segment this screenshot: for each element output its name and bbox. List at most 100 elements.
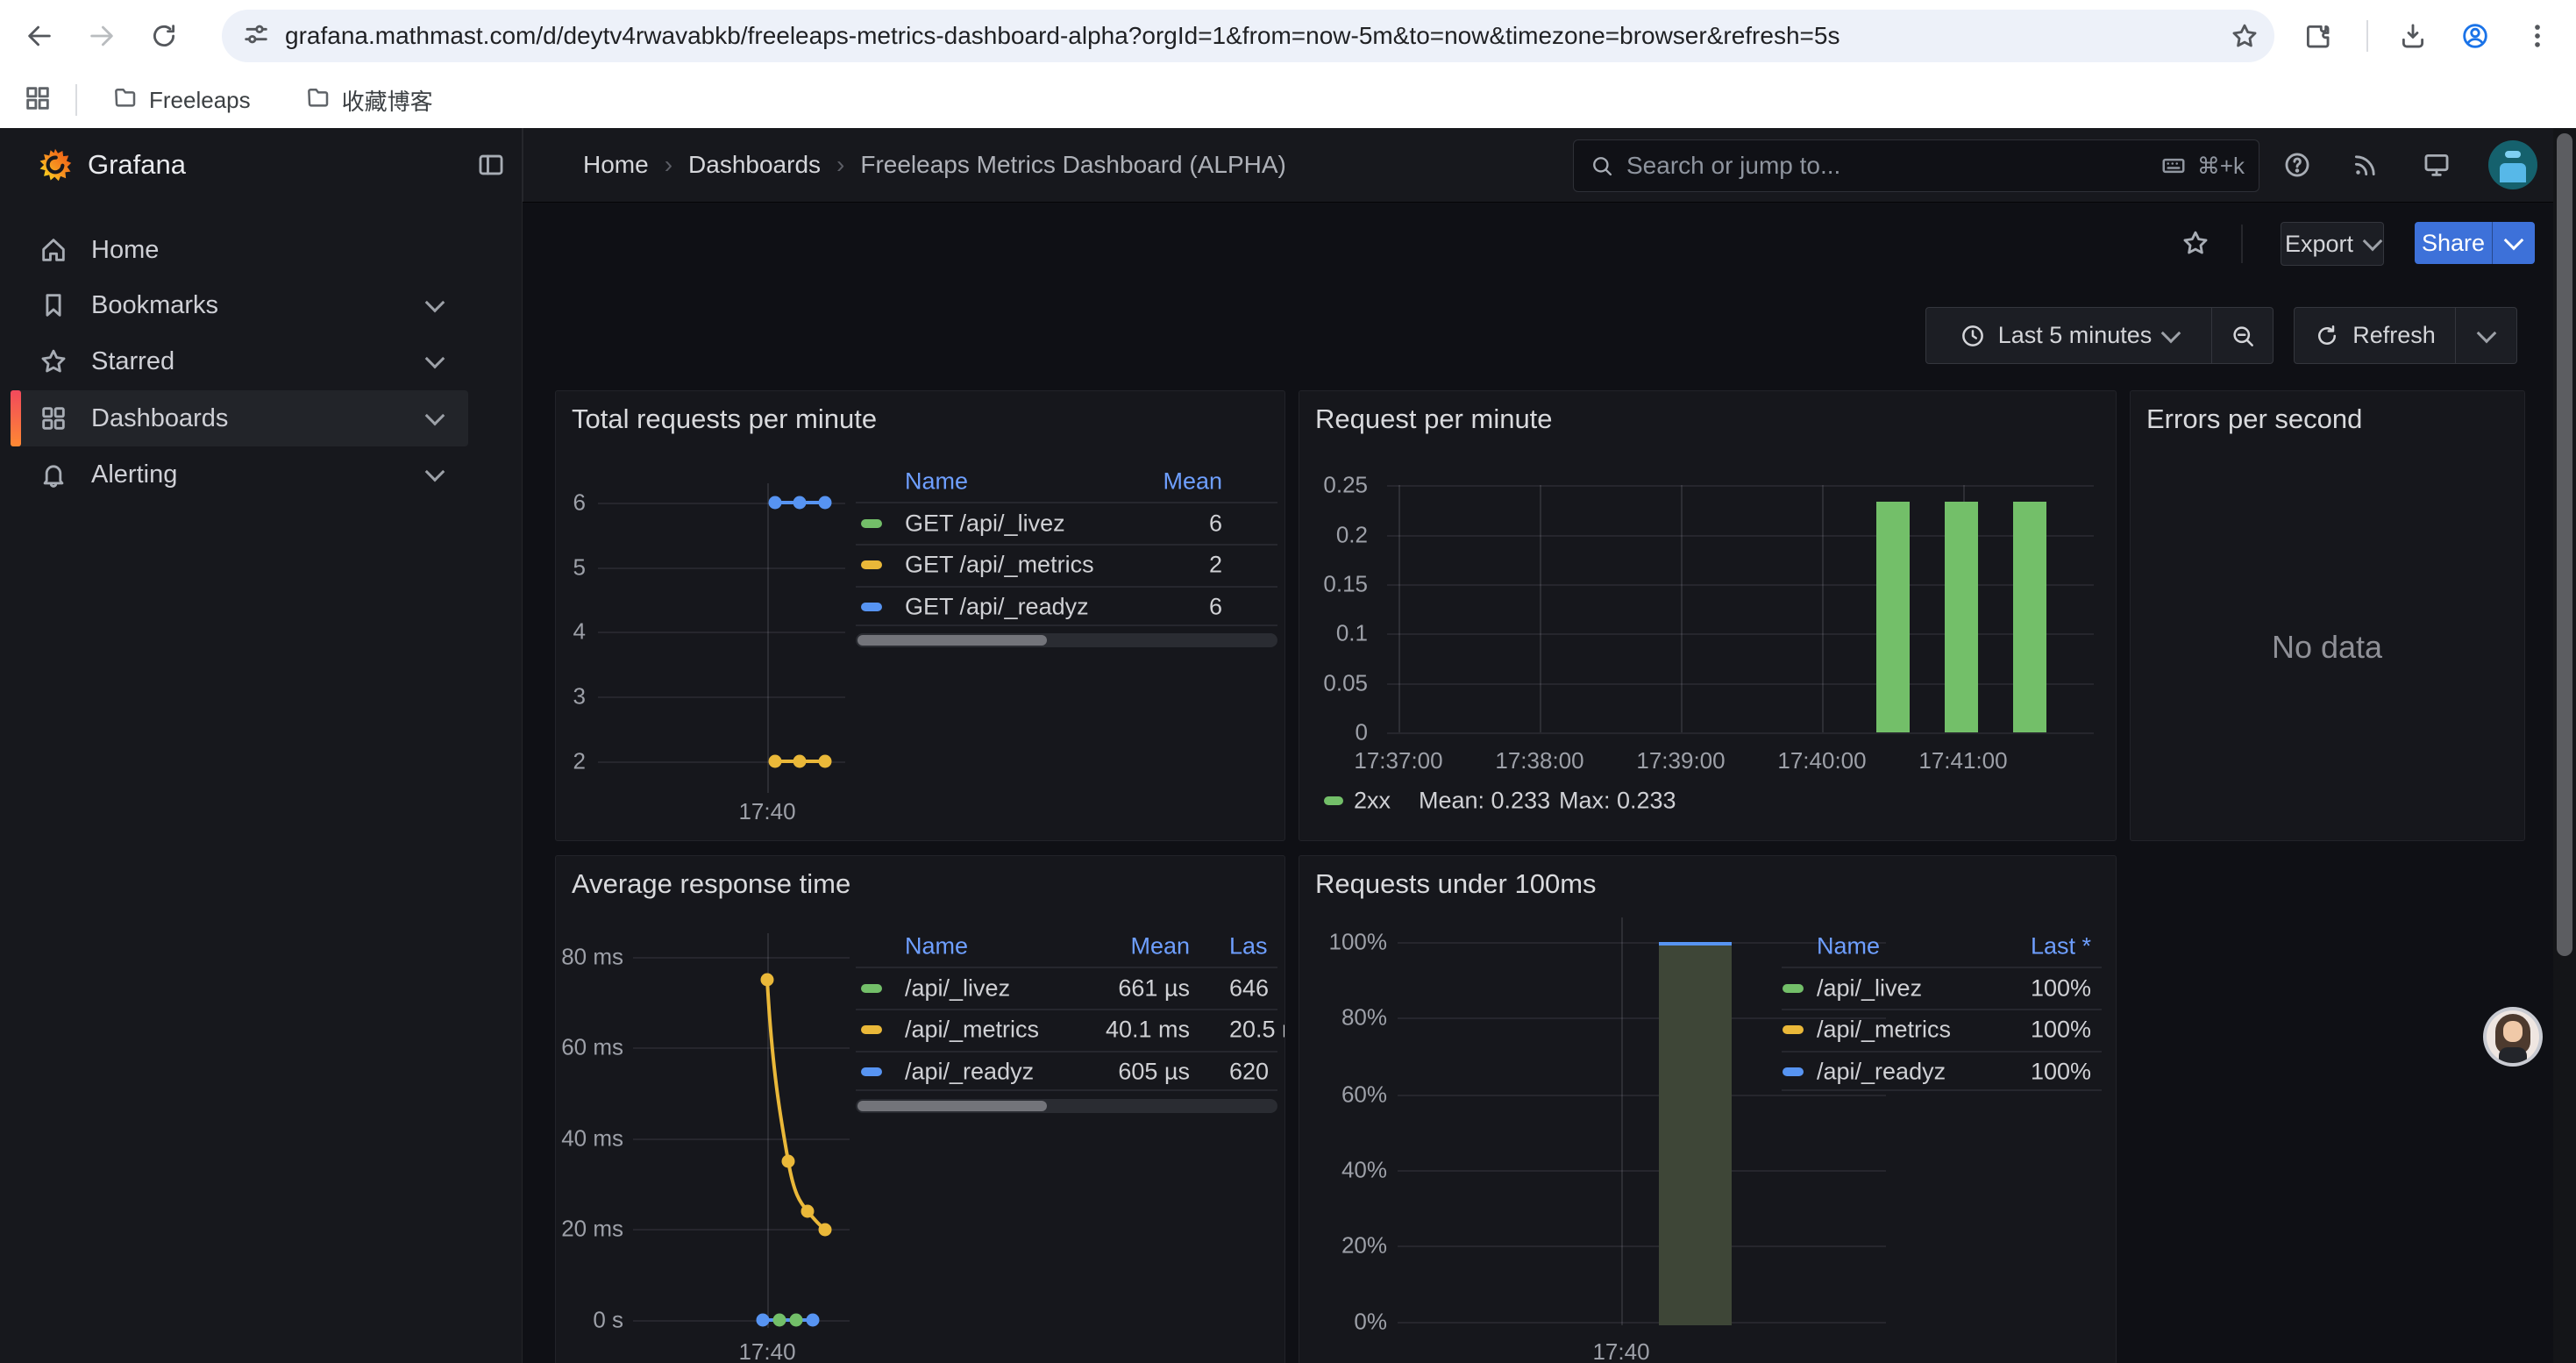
refresh-interval-button[interactable] xyxy=(2456,307,2517,364)
breadcrumb-separator: › xyxy=(836,151,844,179)
y-tick-label: 40% xyxy=(1299,1157,1387,1184)
bookmark-label: 收藏博客 xyxy=(342,84,433,117)
x-tick-label: 17:40 xyxy=(738,798,795,825)
forward-icon[interactable] xyxy=(77,11,126,61)
gridline xyxy=(1398,1095,1886,1096)
scrollbar-thumb[interactable] xyxy=(2557,133,2572,956)
bookmark-folder-0[interactable]: Freeleaps xyxy=(100,79,263,121)
search-icon xyxy=(1590,153,1614,178)
apps-grid-icon[interactable] xyxy=(23,83,53,118)
bookmark-star-icon[interactable] xyxy=(2220,11,2269,61)
legend-series-name[interactable]: 2xx xyxy=(1354,788,1391,815)
y-tick-label: 4 xyxy=(556,618,586,646)
extensions-icon[interactable] xyxy=(2293,11,2342,61)
gridline xyxy=(633,1047,850,1049)
legend-header-las[interactable]: Las xyxy=(1229,933,1268,960)
series-color-pill xyxy=(861,519,882,528)
chevron-down-icon[interactable] xyxy=(425,462,445,482)
y-tick-label: 0.1 xyxy=(1299,620,1368,647)
monitor-icon[interactable] xyxy=(2422,150,2451,184)
legend-header-name[interactable]: Name xyxy=(905,933,968,960)
gridline xyxy=(1681,485,1683,732)
gridline xyxy=(1387,732,2094,734)
panel-request-per-minute[interactable]: Request per minute 0.250.20.150.10.05017… xyxy=(1299,390,2117,841)
legend-scrollbar-thumb[interactable] xyxy=(857,1101,1047,1111)
chevron-down-icon[interactable] xyxy=(425,293,445,313)
export-button[interactable]: Export xyxy=(2281,222,2384,266)
legend-scrollbar[interactable] xyxy=(856,633,1277,647)
series-color-pill xyxy=(1783,984,1804,993)
y-tick-label: 6 xyxy=(556,489,586,517)
zoom-out-button[interactable] xyxy=(2212,307,2274,364)
data-point xyxy=(769,496,782,510)
keyboard-icon xyxy=(2160,153,2187,179)
search-input[interactable]: Search or jump to... ⌘+k xyxy=(1573,139,2259,192)
folder-icon xyxy=(305,84,331,117)
share-menu-button[interactable] xyxy=(2492,222,2535,264)
breadcrumb-separator: › xyxy=(665,151,672,179)
gridline xyxy=(1540,485,1541,732)
export-label: Export xyxy=(2285,231,2353,258)
share-button[interactable]: Share xyxy=(2415,222,2492,264)
breadcrumb-item[interactable]: Home xyxy=(583,151,649,179)
sidebar-item-home[interactable]: Home xyxy=(11,222,468,278)
time-range-label: Last 5 minutes xyxy=(1998,322,2153,349)
tune-icon[interactable] xyxy=(241,19,271,54)
y-tick-label: 60 ms xyxy=(556,1034,623,1061)
header-divider xyxy=(522,128,523,202)
sidebar-item-alerting[interactable]: Alerting xyxy=(11,446,468,503)
grafana-header: Grafana Home›Dashboards›Freeleaps Metric… xyxy=(0,128,2576,203)
legend-value: 661 µs xyxy=(962,975,1190,1003)
legend-divider xyxy=(856,502,1277,503)
chevron-down-icon[interactable] xyxy=(425,406,445,426)
assistant-avatar[interactable] xyxy=(2483,1007,2543,1067)
time-range-picker[interactable]: Last 5 minutes xyxy=(1925,307,2212,364)
sidebar-item-label: Home xyxy=(91,236,468,265)
legend-header-name[interactable]: Name xyxy=(905,468,968,496)
legend-scrollbar[interactable] xyxy=(856,1099,1277,1113)
gridline xyxy=(1387,633,2094,635)
legend-header-mean[interactable]: Mean xyxy=(994,468,1222,496)
data-point xyxy=(819,755,832,768)
page-scrollbar[interactable] xyxy=(2553,128,2576,1363)
sidebar-item-bookmarks[interactable]: Bookmarks xyxy=(11,277,468,333)
download-icon[interactable] xyxy=(2388,11,2437,61)
breadcrumb-item[interactable]: Dashboards xyxy=(688,151,821,179)
home-icon xyxy=(39,235,68,265)
gridline xyxy=(767,483,769,793)
sidebar-item-label: Bookmarks xyxy=(91,291,428,320)
chevron-down-icon[interactable] xyxy=(425,349,445,369)
legend-header-mean[interactable]: Mean xyxy=(962,933,1190,960)
panel-avg-response-time[interactable]: Average response time 80 ms60 ms40 ms20 … xyxy=(555,855,1285,1363)
bookmark-folder-1[interactable]: 收藏博客 xyxy=(293,79,445,121)
bell-icon xyxy=(39,460,68,489)
bookmark-icon xyxy=(39,290,68,320)
legend-header-last[interactable]: Last * xyxy=(1863,933,2091,960)
gridline xyxy=(633,1229,850,1231)
series-color-pill xyxy=(1783,1067,1804,1076)
menu-kebab-icon[interactable] xyxy=(2513,11,2562,61)
sidebar-toggle-icon[interactable] xyxy=(476,150,506,184)
data-point xyxy=(773,1314,786,1327)
address-bar[interactable]: grafana.mathmast.com/d/deytv4rwavabkb/fr… xyxy=(222,10,2274,62)
legend-divider xyxy=(856,586,1277,588)
news-rss-icon[interactable] xyxy=(2351,150,2380,184)
favorite-star-icon[interactable] xyxy=(2181,228,2210,262)
legend-divider xyxy=(1782,1089,2102,1091)
user-avatar[interactable] xyxy=(2488,140,2537,189)
gridline xyxy=(1387,485,2094,487)
help-icon[interactable] xyxy=(2282,150,2312,184)
legend-scrollbar-thumb[interactable] xyxy=(857,635,1047,646)
panel-errors-per-second[interactable]: Errors per second No data xyxy=(2130,390,2525,841)
panel-total-requests[interactable]: Total requests per minute 6543217:40Name… xyxy=(555,390,1285,841)
reload-icon[interactable] xyxy=(139,11,189,61)
legend-max: Max: 0.233 xyxy=(1559,788,1676,815)
sidebar-item-dashboards[interactable]: Dashboards xyxy=(11,390,468,446)
back-icon[interactable] xyxy=(15,11,64,61)
profile-icon[interactable] xyxy=(2451,11,2500,61)
bookmark-label: Freeleaps xyxy=(149,87,251,114)
x-tick-label: 17:37:00 xyxy=(1354,747,1442,774)
refresh-button[interactable]: Refresh xyxy=(2294,307,2456,364)
panel-requests-under-100ms[interactable]: Requests under 100ms 100%80%60%40%20%0%1… xyxy=(1299,855,2117,1363)
sidebar-item-starred[interactable]: Starred xyxy=(11,333,468,389)
